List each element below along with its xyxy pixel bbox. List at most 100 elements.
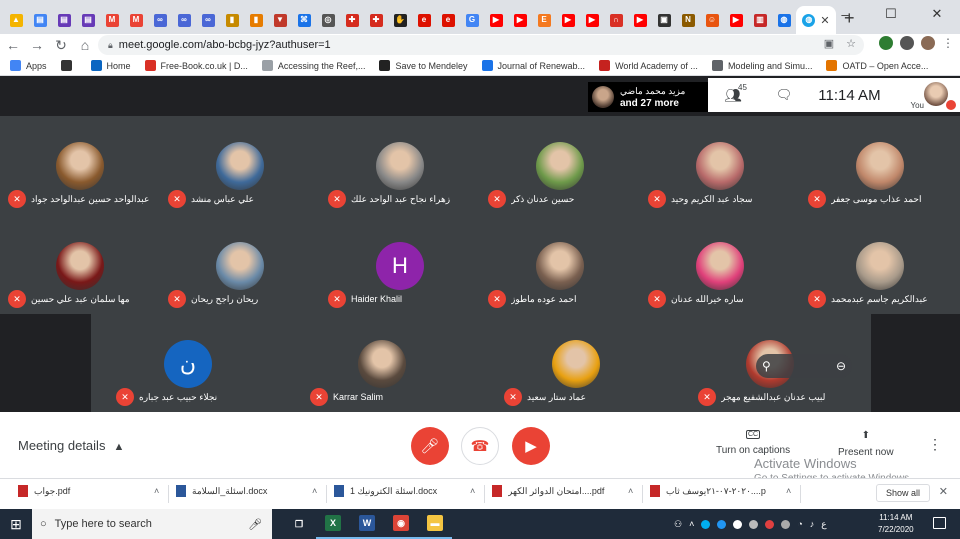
bookmark-item[interactable]: Save to Mendeley: [379, 60, 468, 71]
present-button[interactable]: ⬆︎ Present now: [838, 430, 894, 458]
download-item[interactable]: جواب.pdf ˄: [18, 485, 159, 497]
bookmark-item[interactable]: Apps: [10, 60, 47, 71]
browser-tab[interactable]: e: [412, 6, 436, 34]
browser-tab[interactable]: E: [532, 6, 556, 34]
browser-tab[interactable]: G: [460, 6, 484, 34]
browser-tab[interactable]: ⌘: [292, 6, 316, 34]
mic-off-button[interactable]: 🎤︎: [411, 427, 449, 465]
browser-tab[interactable]: e: [436, 6, 460, 34]
participant-tile[interactable]: ✕ احمد عوده ماطوز: [480, 216, 640, 314]
browser-tab[interactable]: ▤: [28, 6, 52, 34]
display-icon[interactable]: [749, 519, 759, 529]
antivirus-icon[interactable]: [765, 519, 775, 529]
browser-tab[interactable]: ▶: [556, 6, 580, 34]
browser-tab[interactable]: ▥: [748, 6, 772, 34]
bookmark-item[interactable]: World Academy of ...: [599, 60, 698, 71]
browser-tab[interactable]: ▼: [268, 6, 292, 34]
remove-icon[interactable]: ⊖: [836, 359, 846, 373]
participant-tile[interactable]: ⚲ ⊖ ✕ لبيب عدنان عبدالشفيع مهجر: [690, 314, 852, 412]
browser-tab[interactable]: ◎: [316, 6, 340, 34]
bookmark-item[interactable]: Free-Book.co.uk | D...: [144, 60, 248, 71]
bookmark-item[interactable]: [60, 60, 77, 71]
notification-icon[interactable]: [933, 517, 946, 529]
participant-tile[interactable]: ✕ مها سلمان عبد علي حسين: [0, 216, 160, 314]
bookmark-item[interactable]: OATD – Open Acce...: [826, 60, 928, 71]
browser-tab[interactable]: ✚: [340, 6, 364, 34]
download-item[interactable]: امتحان الدوائر الكهر....pdf ˄: [492, 485, 633, 497]
chevron-up-icon[interactable]: ˄: [628, 486, 633, 496]
chevron-up-icon[interactable]: ˄: [786, 486, 791, 496]
onedrive-icon[interactable]: [733, 519, 743, 529]
download-item[interactable]: ٢٠٢٠-٠٧-٢١يوسف ثاب....pdf ˄: [650, 485, 791, 497]
browser-tab[interactable]: ▶: [484, 6, 508, 34]
captions-button[interactable]: CC Turn on captions: [716, 430, 790, 456]
browser-tab[interactable]: ▲: [4, 6, 28, 34]
taskbar-clock[interactable]: 11:14 AM 7/22/2020: [878, 512, 914, 536]
close-downloads-icon[interactable]: ✕: [939, 485, 948, 498]
bookmark-item[interactable]: Home: [90, 60, 131, 71]
bookmark-item[interactable]: Journal of Renewab...: [481, 60, 585, 71]
taskbar-search[interactable]: ○ Type here to search 🎤︎: [32, 509, 272, 539]
browser-tab[interactable]: ☺: [700, 6, 724, 34]
browser-tab[interactable]: ▮: [244, 6, 268, 34]
taskbar-app[interactable]: ◉: [384, 509, 418, 539]
browser-tab[interactable]: ▤: [76, 6, 100, 34]
browser-tab[interactable]: ∞: [172, 6, 196, 34]
volume-icon[interactable]: ♪: [810, 519, 815, 529]
chat-icon[interactable]: 🗨︎: [776, 87, 793, 103]
more-options-icon[interactable]: ⋮: [928, 436, 942, 453]
participant-tile[interactable]: ✕ احمد عذاب موسى جعفر: [800, 116, 960, 214]
browser-tab[interactable]: ▶: [508, 6, 532, 34]
participant-tile[interactable]: ✕ Karrar Salim: [302, 314, 462, 412]
participant-tile[interactable]: ✕ عماد ستار سعيد: [496, 314, 656, 412]
browser-tab[interactable]: ✚: [364, 6, 388, 34]
pin-icon[interactable]: ⚲: [762, 359, 771, 373]
browser-tab[interactable]: ✋: [388, 6, 412, 34]
browser-tab[interactable]: ▶: [628, 6, 652, 34]
participant-tile[interactable]: ✕ سجاد عبد الكريم وحيد: [640, 116, 800, 214]
extension-icon[interactable]: [879, 36, 893, 50]
skype-icon[interactable]: [701, 519, 711, 529]
participant-tile[interactable]: H ✕ Haider Khalil: [320, 216, 480, 314]
browser-tab[interactable]: ▤: [52, 6, 76, 34]
participant-tile[interactable]: ✕ عبدالواحد حسين عبدالواحد جواد: [0, 116, 160, 214]
leave-call-button[interactable]: ☎︎: [461, 427, 499, 465]
profile-avatar[interactable]: [921, 36, 935, 50]
reload-icon[interactable]: ↻: [50, 37, 72, 54]
participant-tile[interactable]: ✕ علي عباس منشد: [160, 116, 320, 214]
browser-tab[interactable]: M: [100, 6, 124, 34]
taskbar-app[interactable]: X: [316, 509, 350, 539]
puzzle-icon[interactable]: [900, 36, 914, 50]
browser-tab[interactable]: ∩: [604, 6, 628, 34]
participant-tile[interactable]: ✕ عبدالكريم جاسم عبدمحمد: [800, 216, 960, 314]
minimize-icon[interactable]: –: [822, 0, 868, 28]
taskbar-app[interactable]: ❐: [282, 509, 316, 539]
dropbox-icon[interactable]: [717, 519, 727, 529]
taskbar-app[interactable]: W: [350, 509, 384, 539]
address-bar[interactable]: 🔒︎ meet.google.com/abo-bcbg-jyz?authuser…: [98, 35, 864, 55]
forward-icon[interactable]: →: [26, 37, 48, 53]
participant-tile[interactable]: ✕ ساره خيرالله عدنان: [640, 216, 800, 314]
browser-tab[interactable]: ∞: [148, 6, 172, 34]
browser-tab[interactable]: ▣: [652, 6, 676, 34]
download-item[interactable]: اسئلة_السلامة.docx ˄: [176, 485, 317, 497]
battery-icon[interactable]: [781, 519, 791, 529]
home-icon[interactable]: ⌂: [74, 37, 96, 53]
network-icon[interactable]: ◔: [797, 519, 802, 529]
windows-start-icon[interactable]: ⊞: [0, 516, 32, 533]
browser-tab[interactable]: ▶: [724, 6, 748, 34]
chevron-up-icon[interactable]: ˄: [154, 486, 159, 496]
participant-tile[interactable]: ✕ زهراء نجاح عبد الواحد علك: [320, 116, 480, 214]
people-button[interactable]: 👥︎ 45: [724, 83, 747, 104]
bookmark-item[interactable]: Modeling and Simu...: [711, 60, 812, 71]
microphone-icon[interactable]: 🎤︎: [248, 518, 262, 531]
browser-tab[interactable]: ∞: [196, 6, 220, 34]
bookmark-star-icon[interactable]: ☆: [846, 37, 856, 50]
self-view-avatar[interactable]: [924, 82, 948, 106]
bookmark-item[interactable]: Accessing the Reef,...: [261, 60, 365, 71]
more-participants-chip[interactable]: مزيد محمد ماضي and 27 more: [588, 82, 708, 112]
browser-tab[interactable]: ▶: [580, 6, 604, 34]
participant-tile[interactable]: ✕ حسين عدنان ذكر: [480, 116, 640, 214]
show-all-button[interactable]: Show all: [875, 484, 930, 502]
meeting-details-button[interactable]: Meeting details ▲: [18, 438, 124, 453]
